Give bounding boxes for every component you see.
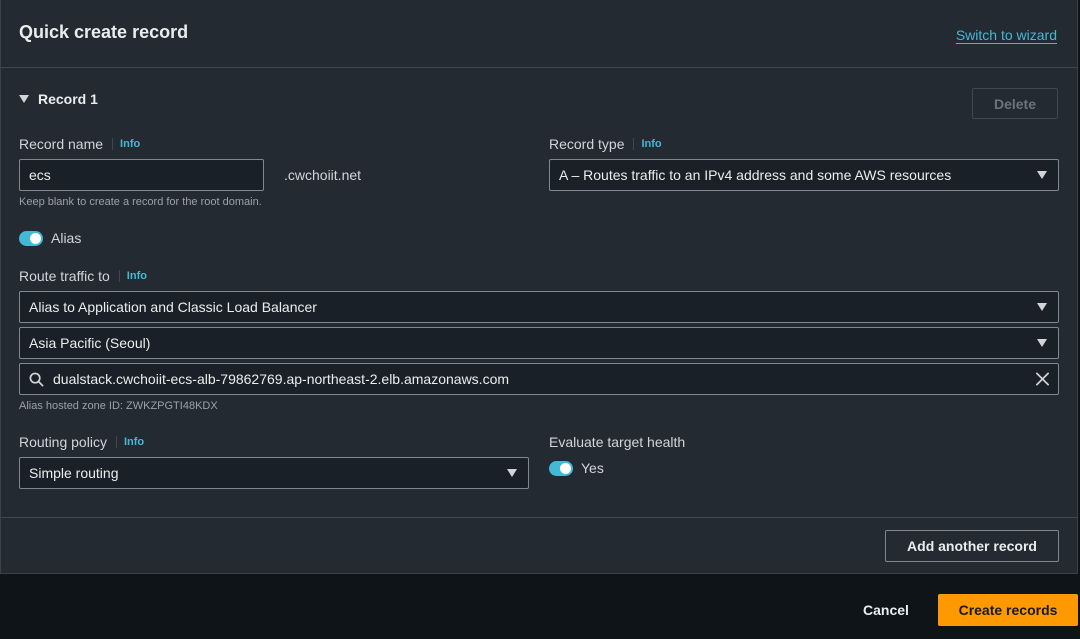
record-name-value: ecs (29, 167, 51, 183)
search-icon (29, 372, 44, 386)
alias-label: Alias (51, 230, 82, 246)
routing-policy-value: Simple routing (29, 465, 119, 481)
endpoint-type-select[interactable]: Alias to Application and Classic Load Ba… (19, 291, 1059, 323)
caret-down-icon (19, 95, 29, 103)
toggle-knob (560, 463, 571, 474)
caret-down-icon (1037, 339, 1047, 347)
route-traffic-label-text: Route traffic to (19, 268, 110, 284)
record-1-expander[interactable]: Record 1 (19, 91, 98, 107)
record-name-input[interactable]: ecs (19, 159, 264, 191)
record-type-label: Record type Info (549, 136, 662, 152)
evaluate-health-toggle-label: Yes (581, 460, 604, 476)
load-balancer-target-value: dualstack.cwchoiit-ecs-alb-79862769.ap-n… (53, 371, 510, 387)
domain-suffix: .cwchoiit.net (284, 167, 362, 183)
cancel-button[interactable]: Cancel (854, 596, 918, 624)
delete-button[interactable]: Delete (972, 88, 1058, 119)
load-balancer-search-input[interactable]: dualstack.cwchoiit-ecs-alb-79862769.ap-n… (19, 363, 1059, 395)
toggle-knob (30, 233, 41, 244)
create-records-button[interactable]: Create records (938, 594, 1078, 626)
caret-down-icon (1037, 171, 1047, 179)
route-traffic-info-link[interactable]: Info (118, 270, 147, 282)
record-name-hint: Keep blank to create a record for the ro… (19, 196, 262, 208)
record-name-info-link[interactable]: Info (112, 138, 140, 150)
record-name-label: Record name Info (19, 136, 140, 152)
routing-policy-select[interactable]: Simple routing (19, 457, 529, 489)
divider (1, 517, 1077, 518)
evaluate-health-toggle[interactable] (549, 461, 573, 476)
close-icon[interactable] (1035, 372, 1050, 387)
record-type-select[interactable]: A – Routes traffic to an IPv4 address an… (549, 159, 1059, 191)
quick-create-panel: Quick create record Switch to wizard Rec… (0, 0, 1078, 574)
add-another-record-button[interactable]: Add another record (885, 530, 1059, 562)
record-section-label: Record 1 (38, 91, 98, 107)
route-traffic-label: Route traffic to Info (19, 268, 147, 284)
caret-down-icon (507, 469, 517, 477)
switch-to-wizard-link[interactable]: Switch to wizard (956, 27, 1057, 43)
panel-header: Quick create record Switch to wizard (1, 0, 1077, 68)
record-type-value: A – Routes traffic to an IPv4 address an… (559, 167, 952, 183)
page-title: Quick create record (19, 22, 189, 42)
evaluate-health-label: Evaluate target health (549, 434, 686, 450)
alias-toggle[interactable] (19, 231, 43, 246)
region-value: Asia Pacific (Seoul) (29, 335, 151, 351)
record-type-info-link[interactable]: Info (633, 138, 662, 150)
record-type-label-text: Record type (549, 136, 625, 152)
routing-policy-label-text: Routing policy (19, 434, 107, 450)
routing-policy-info-link[interactable]: Info (115, 436, 144, 448)
endpoint-type-value: Alias to Application and Classic Load Ba… (29, 299, 317, 315)
region-select[interactable]: Asia Pacific (Seoul) (19, 327, 1059, 359)
caret-down-icon (1037, 303, 1047, 311)
hosted-zone-hint: Alias hosted zone ID: ZWKZPGTI48KDX (19, 400, 218, 412)
routing-policy-label: Routing policy Info (19, 434, 144, 450)
record-name-label-text: Record name (19, 136, 104, 152)
